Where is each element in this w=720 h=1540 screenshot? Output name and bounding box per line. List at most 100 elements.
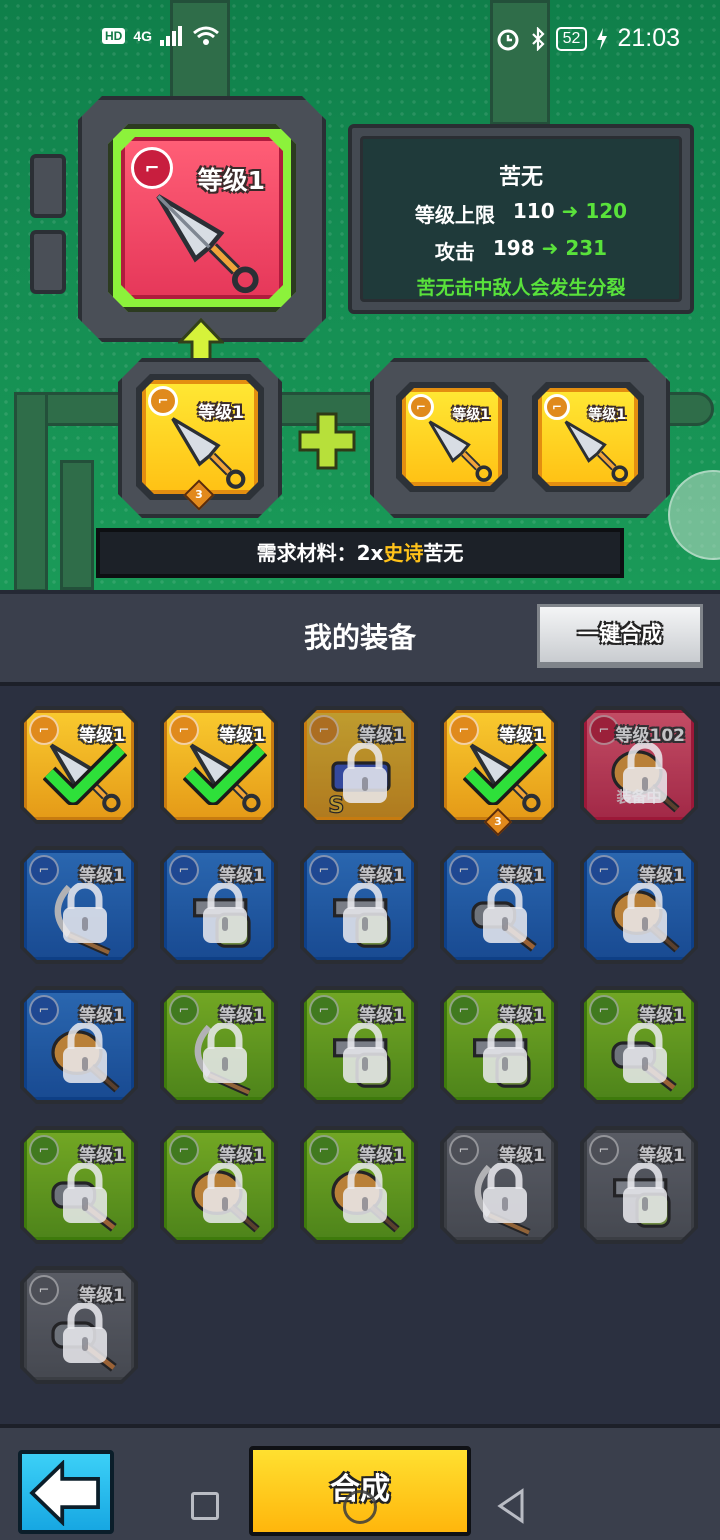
wifi-icon [193, 26, 219, 45]
lock-icon [339, 1163, 391, 1225]
equipment-item[interactable]: ⌐ 等级1 [20, 846, 138, 964]
equipment-item-slot: ⌐ 等级1 [444, 710, 554, 820]
equipment-item-slot: ⌐ 等级1 [164, 990, 274, 1100]
inventory-header: 我的装备 一键合成 [0, 590, 720, 686]
equipment-item[interactable]: ⌐ 等级1 [580, 1126, 698, 1244]
equipment-item[interactable]: ⌐ 等级1 [440, 986, 558, 1104]
equipment-item[interactable]: ⌐ 等级1 [160, 986, 278, 1104]
lock-icon [339, 1023, 391, 1085]
equipment-item[interactable]: ⌐ 等级1 [160, 1126, 278, 1244]
max-level-row: 等级上限 110 ➜ 120 [363, 199, 679, 228]
result-item-slot: ⌐ 等级1 [121, 137, 283, 299]
lock-icon [199, 883, 251, 945]
inventory-grid: ⌐等级1⌐等级1⌐S等级1⌐等级13⌐等级102装备中⌐等级1⌐等级1⌐等级1⌐… [0, 686, 720, 1424]
system-back-icon[interactable] [496, 1488, 526, 1524]
lock-icon [59, 1023, 111, 1085]
equipment-item-slot: ⌐ S 等级1 [304, 710, 414, 820]
machine-knob [30, 154, 66, 218]
arrow-right-icon: ➜ [561, 199, 579, 223]
lock-icon [339, 883, 391, 945]
equipment-item-slot: ⌐ 等级1 [24, 990, 134, 1100]
equipment-item-slot: ⌐ 等级1 [304, 1130, 414, 1240]
lock-icon [59, 1303, 111, 1365]
equipment-item-slot: ⌐ 等级1 [304, 990, 414, 1100]
lock-icon [619, 1163, 671, 1225]
craft-area: HD 4G 52 21:03 ⌐ 等级1 苦无 等级上限 110 ➜ 120 攻… [0, 0, 720, 590]
arrow-up-icon [178, 318, 224, 364]
equipment-item[interactable]: ⌐ 等级1 [300, 846, 418, 964]
equipment-item[interactable]: ⌐ 等级1 [20, 1126, 138, 1244]
result-item-card[interactable]: ⌐ 等级1 [108, 124, 296, 312]
kunai-icon [166, 412, 250, 496]
equipment-item-slot: ⌐ 等级1 [584, 1130, 694, 1240]
equipment-item[interactable]: ⌐ 等级1 [300, 1126, 418, 1244]
lock-icon [59, 883, 111, 945]
back-button[interactable] [18, 1450, 114, 1534]
equipment-item[interactable]: ⌐ 等级1 [580, 846, 698, 964]
requirement-rarity: 史诗 [383, 541, 424, 565]
max-level-to: 120 [585, 199, 628, 223]
max-level-label: 等级上限 [414, 203, 495, 227]
material-slot-1[interactable]: ⌐ 等级1 [396, 382, 508, 492]
plus-icon [298, 412, 356, 470]
equipment-item[interactable]: ⌐等级102装备中 [580, 706, 698, 824]
merge-all-button[interactable]: 一键合成 [537, 604, 703, 668]
lock-icon [199, 1163, 251, 1225]
equipment-item[interactable]: ⌐ 等级1 [580, 986, 698, 1104]
equipment-item[interactable]: ⌐ 等级1 [160, 846, 278, 964]
status-bar: HD 4G 52 21:03 [0, 0, 720, 78]
equipment-item[interactable]: ⌐ S 等级1 [300, 706, 418, 824]
equipment-item[interactable]: ⌐ 等级1 [440, 706, 558, 824]
equipment-item[interactable]: ⌐ 等级1 [440, 846, 558, 964]
background-pipe [14, 392, 48, 590]
arrow-left-icon [29, 1460, 100, 1526]
requirement-bar: 需求材料：2x史诗苦无 [96, 528, 624, 578]
equipment-item-slot: ⌐ 等级1 [24, 710, 134, 820]
requirement-item: 苦无 [423, 541, 464, 565]
equipment-item[interactable]: ⌐ 等级1 [440, 1126, 558, 1244]
attack-from: 198 [492, 236, 535, 260]
floating-assist-button[interactable] [668, 470, 720, 560]
equipment-item[interactable]: ⌐ 等级1 [20, 986, 138, 1104]
lock-icon [479, 883, 531, 945]
equipment-item-slot: ⌐等级102装备中 [584, 710, 694, 820]
lock-icon [619, 743, 671, 805]
material-slot-2[interactable]: ⌐ 等级1 [532, 382, 644, 492]
material-slot-2-inner: ⌐ 等级1 [538, 388, 638, 486]
recent-apps-button[interactable] [191, 1492, 219, 1520]
source-item-slot: ⌐ 等级1 [142, 380, 258, 494]
item-effect: 苦无击中敌人会发生分裂 [416, 277, 626, 299]
equipment-item-slot: ⌐ 等级1 [164, 1130, 274, 1240]
arrow-right-icon: ➜ [541, 236, 559, 260]
alarm-icon [497, 29, 519, 50]
bottom-bar: 合成 [0, 1424, 720, 1540]
equipment-item[interactable]: ⌐ 等级1 [20, 1266, 138, 1384]
equipment-item-slot: ⌐ 等级1 [444, 990, 554, 1100]
attack-row: 攻击 198 ➜ 231 [363, 236, 679, 265]
bluetooth-icon [531, 26, 545, 51]
equipment-item-slot: ⌐ 等级1 [444, 850, 554, 960]
kunai-icon [149, 187, 265, 303]
lock-icon [479, 1023, 531, 1085]
equipment-item[interactable]: ⌐ 等级1 [20, 706, 138, 824]
star-count: 3 [494, 815, 502, 828]
lock-icon [339, 743, 391, 805]
charging-icon [597, 27, 608, 50]
equipment-item-slot: ⌐ 等级1 [164, 850, 274, 960]
equipment-item-slot: ⌐ 等级1 [24, 1130, 134, 1240]
weapon-type-icon: ⌐ [131, 147, 173, 189]
equipment-item[interactable]: ⌐ 等级1 [160, 706, 278, 824]
attack-label: 攻击 [434, 240, 475, 264]
equipment-item-slot: ⌐ 等级1 [584, 850, 694, 960]
star-count: 3 [195, 488, 203, 501]
lock-icon [479, 1163, 531, 1225]
home-button[interactable] [343, 1490, 377, 1524]
equipment-item-slot: ⌐ 等级1 [304, 850, 414, 960]
equipment-item[interactable]: ⌐ 等级1 [300, 986, 418, 1104]
equipment-item-slot: ⌐ 等级1 [584, 990, 694, 1100]
machine-knob [30, 230, 66, 294]
hd-indicator: HD [102, 28, 126, 44]
kunai-icon [424, 416, 496, 488]
signal-icon [160, 26, 183, 46]
battery-level: 52 [555, 26, 588, 51]
